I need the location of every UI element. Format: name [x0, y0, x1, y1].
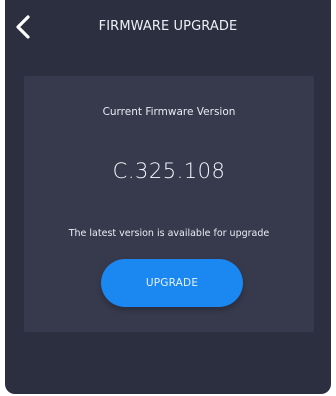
header-bar: FIRMWARE UPGRADE	[5, 0, 331, 56]
firmware-info-card: Current Firmware Version C.325.108 The l…	[24, 76, 314, 332]
firmware-version-value: C.325.108	[112, 159, 226, 183]
firmware-upgrade-screen: FIRMWARE UPGRADE Current Firmware Versio…	[5, 0, 331, 394]
page-title: FIRMWARE UPGRADE	[98, 19, 238, 34]
upgrade-status-text: The latest version is available for upgr…	[68, 228, 270, 239]
current-firmware-label: Current Firmware Version	[102, 106, 236, 118]
upgrade-button[interactable]: UPGRADE	[101, 259, 243, 307]
